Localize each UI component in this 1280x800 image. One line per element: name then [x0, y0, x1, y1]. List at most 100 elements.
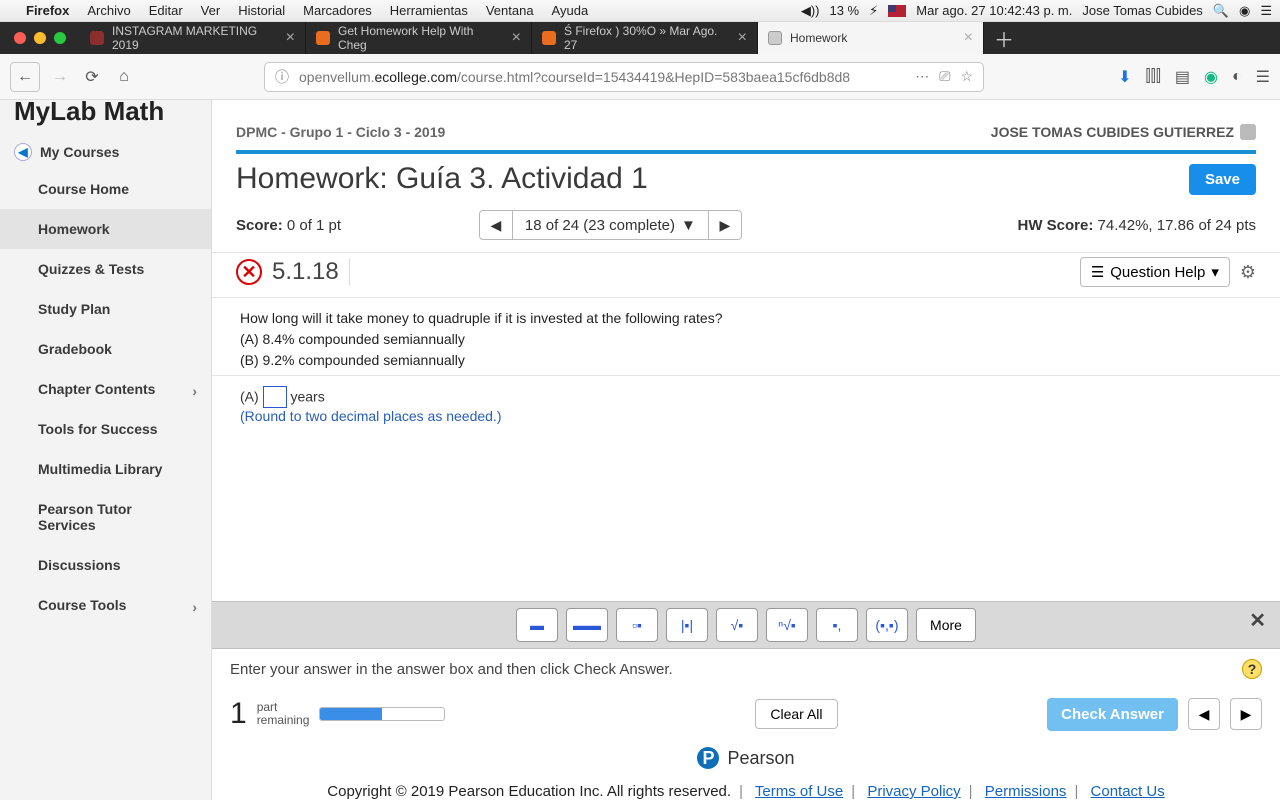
menu-marcadores[interactable]: Marcadores	[303, 3, 372, 18]
answer-area: (A) years (Round to two decimal places a…	[212, 376, 1280, 434]
tab-homework[interactable]: Homework ×	[758, 22, 984, 54]
charging-icon: ⚡︎	[869, 3, 878, 19]
reload-button[interactable]: ⟳	[80, 65, 104, 89]
minimize-window-icon[interactable]	[34, 32, 46, 44]
reader-icon[interactable]: ⎚	[939, 68, 950, 85]
account-icon[interactable]: ◐	[1232, 68, 1242, 86]
menu-ayuda[interactable]: Ayuda	[552, 3, 589, 18]
menu-icon[interactable]: ☰	[1256, 67, 1270, 87]
library-icon[interactable]: ⫿⫿⫿	[1146, 68, 1161, 86]
next-button[interactable]: ▶	[1230, 698, 1262, 730]
close-tab-icon[interactable]: ×	[738, 29, 747, 47]
flag-icon[interactable]	[888, 5, 906, 17]
zoom-window-icon[interactable]	[54, 32, 66, 44]
tab-chegg-2[interactable]: Ś Firefox ) 30%O » Mar Ago. 27×	[532, 22, 758, 54]
frac1-button[interactable]: ▬	[516, 608, 558, 642]
home-button[interactable]: ⌂	[112, 65, 136, 89]
gear-icon[interactable]: ⚙	[1240, 262, 1256, 283]
user-name[interactable]: Jose Tomas Cubides	[1082, 3, 1202, 18]
abs-button[interactable]: |▪|	[666, 608, 708, 642]
notifications-icon[interactable]: ☰	[1260, 3, 1272, 19]
help-icon[interactable]: ?	[1242, 659, 1262, 679]
sqrt-button[interactable]: √▪	[716, 608, 758, 642]
menu-herramientas[interactable]: Herramientas	[390, 3, 468, 18]
sidebar-item-multimedia[interactable]: Multimedia Library	[0, 449, 211, 489]
menu-editar[interactable]: Editar	[149, 3, 183, 18]
terms-link[interactable]: Terms of Use	[755, 783, 843, 800]
check-answer-button[interactable]: Check Answer	[1047, 698, 1178, 731]
sidebar-item-tools[interactable]: Tools for Success	[0, 409, 211, 449]
close-tab-icon[interactable]: ×	[512, 29, 521, 47]
close-tab-icon[interactable]: ×	[286, 29, 295, 47]
chevron-left-icon: ◀	[14, 143, 32, 161]
menu-ventana[interactable]: Ventana	[486, 3, 534, 18]
sidebar-item-tutor[interactable]: Pearson Tutor Services	[0, 489, 211, 545]
contact-link[interactable]: Contact Us	[1091, 783, 1165, 800]
address-input[interactable]: ⓘ openvellum.ecollege.com/course.html?co…	[264, 62, 984, 92]
favicon-icon	[316, 31, 330, 45]
question-text: How long will it take money to quadruple…	[212, 298, 1280, 376]
save-button[interactable]: Save	[1189, 164, 1256, 195]
app-name[interactable]: Firefox	[26, 3, 69, 18]
question-help-button[interactable]: ☰Question Help ▾	[1080, 257, 1230, 287]
spotlight-icon[interactable]: 🔍	[1213, 3, 1229, 19]
sidebar-item-label: Homework	[38, 221, 110, 237]
sidebar-item-course-home[interactable]: Course Home	[0, 169, 211, 209]
menu-historial[interactable]: Historial	[238, 3, 285, 18]
clear-all-button[interactable]: Clear All	[755, 699, 837, 729]
extension-icon[interactable]: ◉	[1204, 67, 1218, 87]
exp-button[interactable]: ▫▪	[616, 608, 658, 642]
close-toolbar-icon[interactable]: ✕	[1249, 608, 1266, 633]
privacy-link[interactable]: Privacy Policy	[867, 783, 960, 800]
forward-button[interactable]: →	[48, 65, 72, 89]
tab-chegg[interactable]: Get Homework Help With Cheg×	[306, 22, 532, 54]
sidebar-item-quizzes[interactable]: Quizzes & Tests	[0, 249, 211, 289]
chevron-right-icon: ›	[192, 383, 197, 399]
sidebar-item-label: Tools for Success	[38, 421, 158, 437]
question-position-dropdown[interactable]: 18 of 24 (23 complete) ▼	[512, 211, 709, 239]
macos-menubar: Firefox Archivo Editar Ver Historial Mar…	[0, 0, 1280, 22]
page-actions-icon[interactable]: ⋯	[915, 68, 929, 85]
close-window-icon[interactable]	[14, 32, 26, 44]
chevron-down-icon: ▾	[1211, 263, 1219, 281]
pearson-brand: PPearson	[212, 737, 1280, 773]
siri-icon[interactable]: ◉	[1239, 3, 1250, 19]
question-number: 5.1.18	[272, 258, 350, 286]
downloads-icon[interactable]: ⬇	[1118, 67, 1131, 87]
new-tab-button[interactable]: ＋	[984, 22, 1024, 54]
my-courses-link[interactable]: ◀ My Courses	[0, 135, 211, 169]
nroot-button[interactable]: ⁿ√▪	[766, 608, 808, 642]
volume-icon[interactable]: ◀︎))	[801, 3, 820, 19]
back-button[interactable]: ←	[10, 62, 40, 92]
tab-label: Homework	[790, 31, 847, 45]
permissions-link[interactable]: Permissions	[985, 783, 1067, 800]
clock[interactable]: Mar ago. 27 10:42:43 p. m.	[916, 3, 1072, 18]
sidebar-item-gradebook[interactable]: Gradebook	[0, 329, 211, 369]
sidebar-item-discussions[interactable]: Discussions	[0, 545, 211, 585]
site-info-icon[interactable]: ⓘ	[275, 67, 289, 87]
menu-ver[interactable]: Ver	[201, 3, 221, 18]
sidebar-icon[interactable]: ▤	[1175, 67, 1190, 87]
more-button[interactable]: More	[916, 608, 976, 642]
answer-input[interactable]	[263, 386, 287, 408]
bookmark-icon[interactable]: ☆	[960, 68, 973, 85]
favicon-icon	[768, 31, 782, 45]
my-courses-label: My Courses	[40, 144, 119, 160]
prev-question-button[interactable]: ◀	[480, 217, 512, 234]
interval-button[interactable]: (▪,▪)	[866, 608, 908, 642]
sidebar-item-course-tools[interactable]: Course Tools›	[0, 585, 211, 625]
sidebar-item-homework[interactable]: Homework	[0, 209, 211, 249]
tab-instagram[interactable]: INSTAGRAM MARKETING 2019×	[80, 22, 306, 54]
menu-archivo[interactable]: Archivo	[87, 3, 130, 18]
frac2-button[interactable]: ▬▬	[566, 608, 608, 642]
sidebar-item-chapter-contents[interactable]: Chapter Contents›	[0, 369, 211, 409]
coord-button[interactable]: ▪,	[816, 608, 858, 642]
parts-label: partremaining	[257, 701, 310, 727]
user-display[interactable]: JOSE TOMAS CUBIDES GUTIERREZ	[991, 124, 1256, 140]
sidebar-item-study-plan[interactable]: Study Plan	[0, 289, 211, 329]
prev-button[interactable]: ◀	[1188, 698, 1220, 730]
next-question-button[interactable]: ▶	[709, 217, 741, 234]
incorrect-icon: ✕	[236, 259, 262, 285]
question-stepper: ◀ 18 of 24 (23 complete) ▼ ▶	[479, 210, 742, 240]
close-tab-icon[interactable]: ×	[964, 29, 973, 47]
